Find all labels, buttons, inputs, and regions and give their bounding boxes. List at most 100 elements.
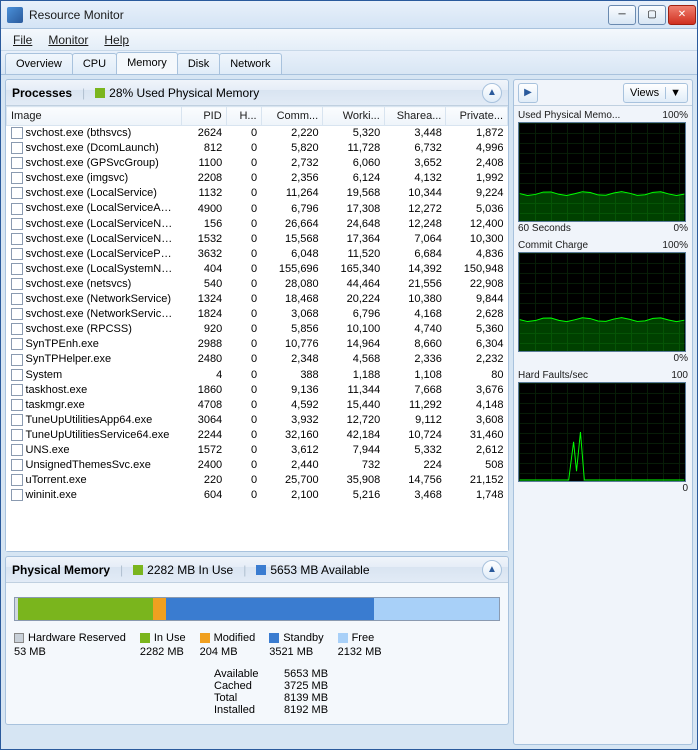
tab-overview[interactable]: Overview <box>5 53 73 74</box>
row-checkbox[interactable] <box>11 157 23 169</box>
table-row[interactable]: TuneUpUtilitiesService64.exe2244032,1604… <box>7 427 508 442</box>
title-bar[interactable]: Resource Monitor ─ ▢ ✕ <box>1 1 697 29</box>
col-header[interactable]: Image <box>7 107 182 126</box>
collapse-button[interactable]: ▲ <box>482 83 502 103</box>
maximize-button[interactable]: ▢ <box>638 5 666 25</box>
row-checkbox[interactable] <box>11 142 23 154</box>
row-checkbox[interactable] <box>11 278 23 290</box>
row-checkbox[interactable] <box>11 263 23 275</box>
table-row[interactable]: SynTPHelper.exe248002,3484,5682,3362,232 <box>7 352 508 367</box>
tab-memory[interactable]: Memory <box>116 52 178 74</box>
table-row[interactable]: svchost.exe (RPCSS)92005,85610,1004,7405… <box>7 322 508 337</box>
views-label: Views <box>630 87 659 99</box>
tab-disk[interactable]: Disk <box>177 53 220 74</box>
tab-network[interactable]: Network <box>219 53 281 74</box>
membar-segment <box>18 598 154 620</box>
row-checkbox[interactable] <box>11 459 23 471</box>
table-row[interactable]: svchost.exe (DcomLaunch)81205,82011,7286… <box>7 141 508 156</box>
row-checkbox[interactable] <box>11 187 23 199</box>
tab-cpu[interactable]: CPU <box>72 53 117 74</box>
row-checkbox[interactable] <box>11 399 23 411</box>
table-row[interactable]: taskmgr.exe470804,59215,44011,2924,148 <box>7 397 508 412</box>
table-row[interactable]: svchost.exe (imgsvc)220802,3566,1244,132… <box>7 171 508 186</box>
table-row[interactable]: svchost.exe (LocalService)1132011,26419,… <box>7 186 508 201</box>
free-square-icon <box>338 633 348 643</box>
table-row[interactable]: svchost.exe (LocalServicePeerNet)363206,… <box>7 246 508 261</box>
col-header[interactable]: Private... <box>446 107 508 126</box>
table-row[interactable]: taskhost.exe186009,13611,3447,6683,676 <box>7 382 508 397</box>
mod-square-icon <box>200 633 210 643</box>
row-checkbox[interactable] <box>11 354 23 366</box>
collapse-button[interactable]: ▲ <box>482 560 502 580</box>
table-row[interactable]: svchost.exe (bthsvcs)262402,2205,3203,44… <box>7 126 508 141</box>
chart-max: 100% <box>662 110 688 121</box>
row-checkbox[interactable] <box>11 248 23 260</box>
col-header[interactable]: Comm... <box>261 107 323 126</box>
right-panel: ▶ Views ▼ Used Physical Memo...100%60 Se… <box>513 79 693 745</box>
legend-free-label: Free <box>352 632 375 644</box>
legend-mod-label: Modified <box>214 632 256 644</box>
row-checkbox[interactable] <box>11 233 23 245</box>
chart-foot-r: 0% <box>674 353 688 364</box>
row-checkbox[interactable] <box>11 489 23 501</box>
row-checkbox[interactable] <box>11 172 23 184</box>
menu-file[interactable]: File <box>5 31 40 49</box>
table-row[interactable]: svchost.exe (LocalSystemNetwork...404015… <box>7 261 508 276</box>
processes-header[interactable]: Processes | 28% Used Physical Memory ▲ <box>6 80 508 106</box>
row-checkbox[interactable] <box>11 429 23 441</box>
legend-stby-label: Standby <box>283 632 323 644</box>
table-row[interactable]: svchost.exe (NetworkService)1324018,4682… <box>7 292 508 307</box>
chart-box: Hard Faults/sec1000 <box>518 370 688 494</box>
chart-foot-r: 0% <box>674 223 688 234</box>
menu-file-label: File <box>13 33 32 47</box>
table-row[interactable]: svchost.exe (NetworkServiceNetw...182403… <box>7 307 508 322</box>
row-checkbox[interactable] <box>11 218 23 230</box>
table-row[interactable]: TuneUpUtilitiesApp64.exe306403,93212,720… <box>7 412 508 427</box>
row-checkbox[interactable] <box>11 444 23 456</box>
membar-segment <box>153 598 165 620</box>
chart-canvas <box>518 252 686 352</box>
table-row[interactable]: uTorrent.exe220025,70035,90814,75621,152 <box>7 473 508 488</box>
row-checkbox[interactable] <box>11 384 23 396</box>
physmem-avail: 5653 MB Available <box>270 563 369 577</box>
table-row[interactable]: svchost.exe (LocalServiceNoNetw...153201… <box>7 231 508 246</box>
row-checkbox[interactable] <box>11 474 23 486</box>
views-button[interactable]: Views ▼ <box>623 83 688 103</box>
processes-table-wrap[interactable]: ImagePIDH...Comm...Worki...Sharea...Priv… <box>6 106 508 551</box>
table-row[interactable]: System403881,1881,10880 <box>7 367 508 382</box>
memory-bar <box>14 597 500 621</box>
col-header[interactable]: PID <box>181 107 226 126</box>
table-row[interactable]: svchost.exe (netsvcs)540028,08044,46421,… <box>7 276 508 291</box>
col-header[interactable]: Worki... <box>323 107 385 126</box>
row-checkbox[interactable] <box>11 323 23 335</box>
row-checkbox[interactable] <box>11 203 23 215</box>
table-row[interactable]: svchost.exe (LocalServiceNetwork...15602… <box>7 216 508 231</box>
chart-canvas <box>518 122 686 222</box>
table-row[interactable]: svchost.exe (LocalServiceAndNoI...490006… <box>7 201 508 216</box>
col-header[interactable]: Sharea... <box>384 107 446 126</box>
menu-monitor[interactable]: Monitor <box>40 31 96 49</box>
memory-stats: Available5653 MB Cached3725 MB Total8139… <box>214 668 500 716</box>
col-header[interactable]: H... <box>226 107 261 126</box>
collapse-right-button[interactable]: ▶ <box>518 83 538 103</box>
table-row[interactable]: UNS.exe157203,6127,9445,3322,612 <box>7 442 508 457</box>
legend-inuse-label: In Use <box>154 632 186 644</box>
row-checkbox[interactable] <box>11 127 23 139</box>
processes-title: Processes <box>12 86 72 100</box>
table-row[interactable]: UnsignedThemesSvc.exe240002,440732224508 <box>7 458 508 473</box>
table-row[interactable]: svchost.exe (GPSvcGroup)110002,7326,0603… <box>7 156 508 171</box>
close-button[interactable]: ✕ <box>668 5 696 25</box>
legend-mod-val: 204 MB <box>200 645 256 659</box>
minimize-button[interactable]: ─ <box>608 5 636 25</box>
row-checkbox[interactable] <box>11 414 23 426</box>
row-checkbox[interactable] <box>11 338 23 350</box>
physmem-header[interactable]: Physical Memory | 2282 MB In Use | 5653 … <box>6 557 508 583</box>
menu-monitor-label: Monitor <box>48 33 88 47</box>
row-checkbox[interactable] <box>11 293 23 305</box>
row-checkbox[interactable] <box>11 308 23 320</box>
menu-help[interactable]: Help <box>96 31 137 49</box>
row-checkbox[interactable] <box>11 369 23 381</box>
table-row[interactable]: SynTPEnh.exe2988010,77614,9648,6606,304 <box>7 337 508 352</box>
table-row[interactable]: wininit.exe60402,1005,2163,4681,748 <box>7 488 508 503</box>
memory-legend: Hardware Reserved53 MB In Use2282 MB Mod… <box>14 631 500 660</box>
